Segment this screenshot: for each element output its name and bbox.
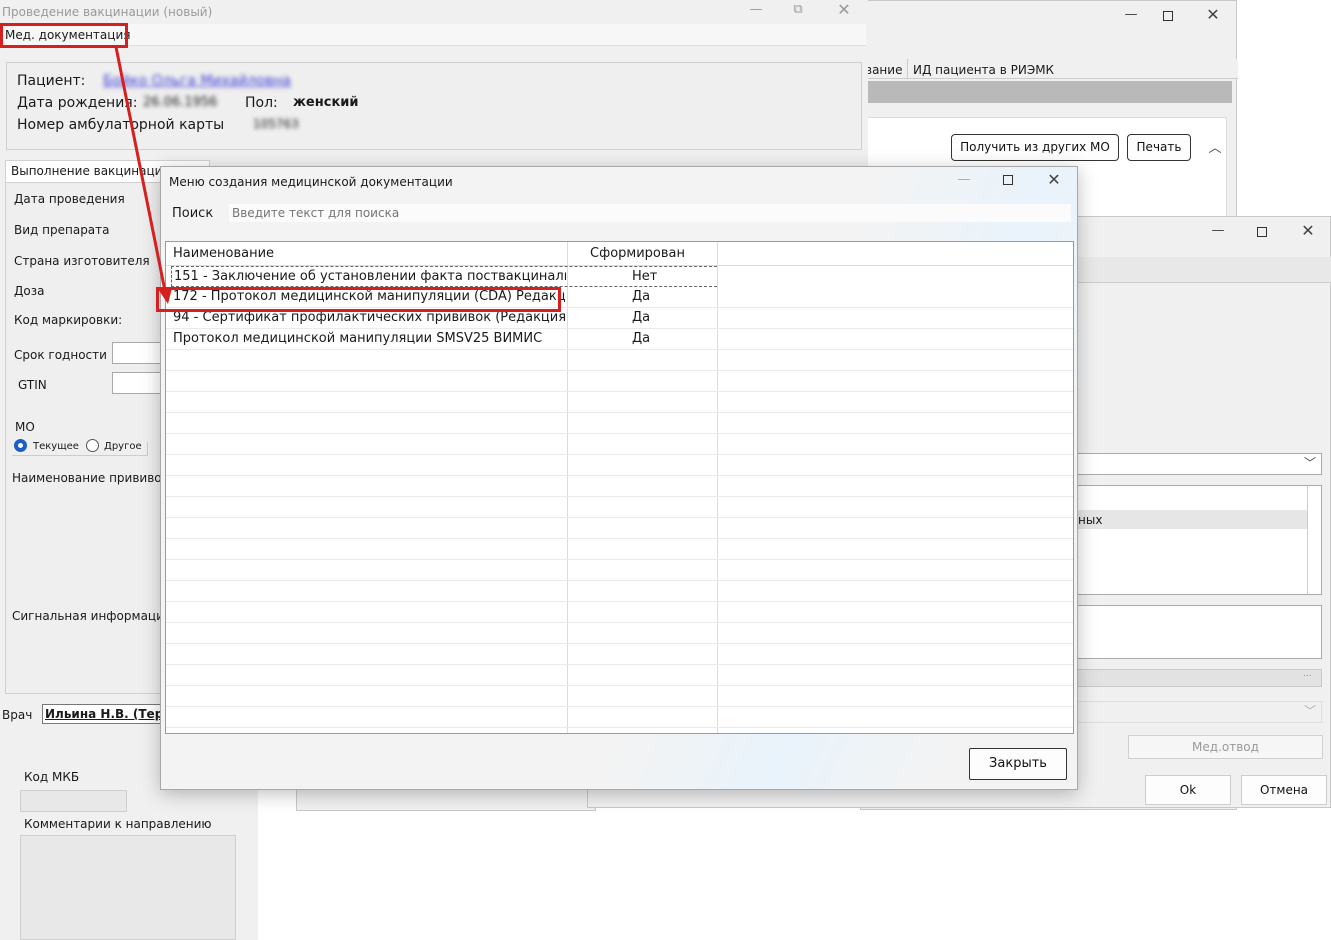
annotation-arrow	[114, 46, 172, 304]
